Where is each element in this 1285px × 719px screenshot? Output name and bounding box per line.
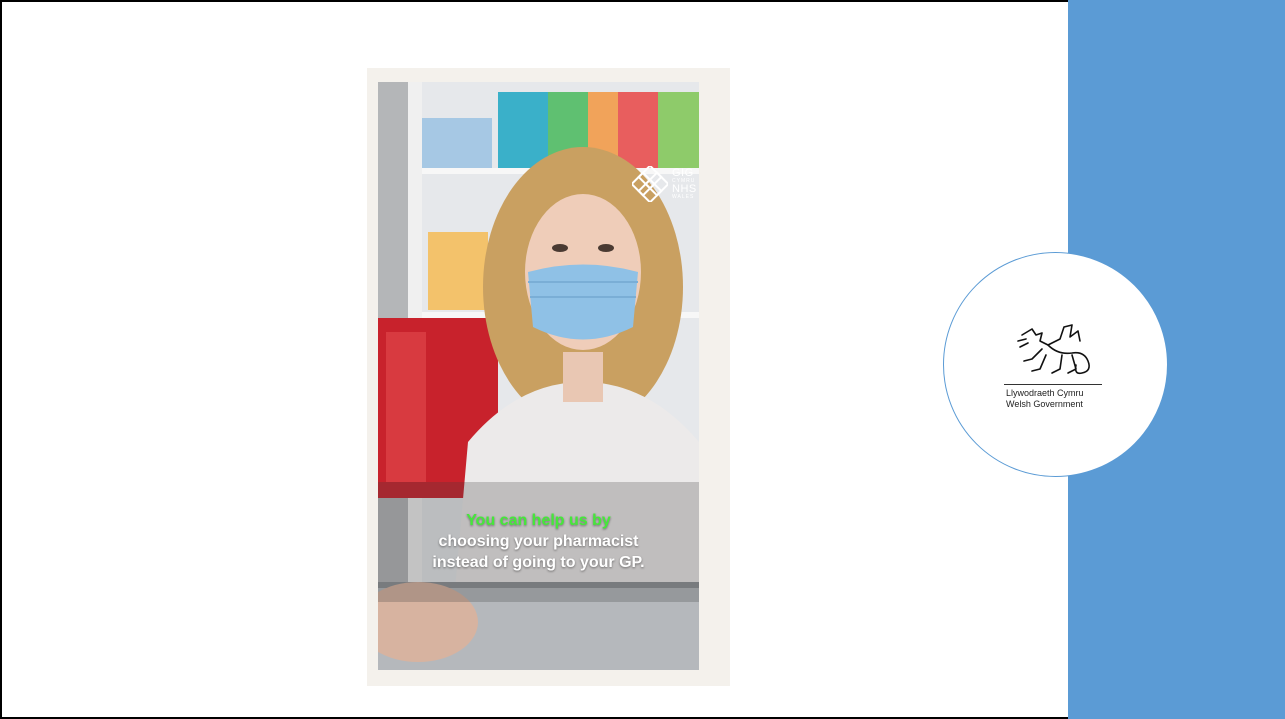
wg-welsh-name: Llywodraeth Cymru xyxy=(1006,388,1084,398)
nhs-knot-icon xyxy=(632,166,668,202)
wg-english-name: Welsh Government xyxy=(1006,399,1083,409)
video-caption: You can help us by choosing your pharmac… xyxy=(378,510,699,573)
video-card[interactable]: GIG CYMRU NHS WALES You can help us by c… xyxy=(367,68,730,686)
welsh-dragon-icon xyxy=(1017,324,1090,375)
welsh-government-wordmark: Llywodraeth Cymru Welsh Government xyxy=(1006,388,1084,410)
nhs-logo-wales: WALES xyxy=(672,194,695,200)
logo-divider xyxy=(1004,384,1102,385)
caption-line-3: instead of going to your GP. xyxy=(432,554,645,571)
caption-line-2: choosing your pharmacist xyxy=(438,533,639,550)
nhs-wales-logo: GIG CYMRU NHS WALES xyxy=(632,166,697,202)
caption-highlight: You can help us by xyxy=(466,512,611,529)
welsh-government-badge: Llywodraeth Cymru Welsh Government xyxy=(943,252,1168,477)
video-frame[interactable]: GIG CYMRU NHS WALES You can help us by c… xyxy=(378,82,699,670)
